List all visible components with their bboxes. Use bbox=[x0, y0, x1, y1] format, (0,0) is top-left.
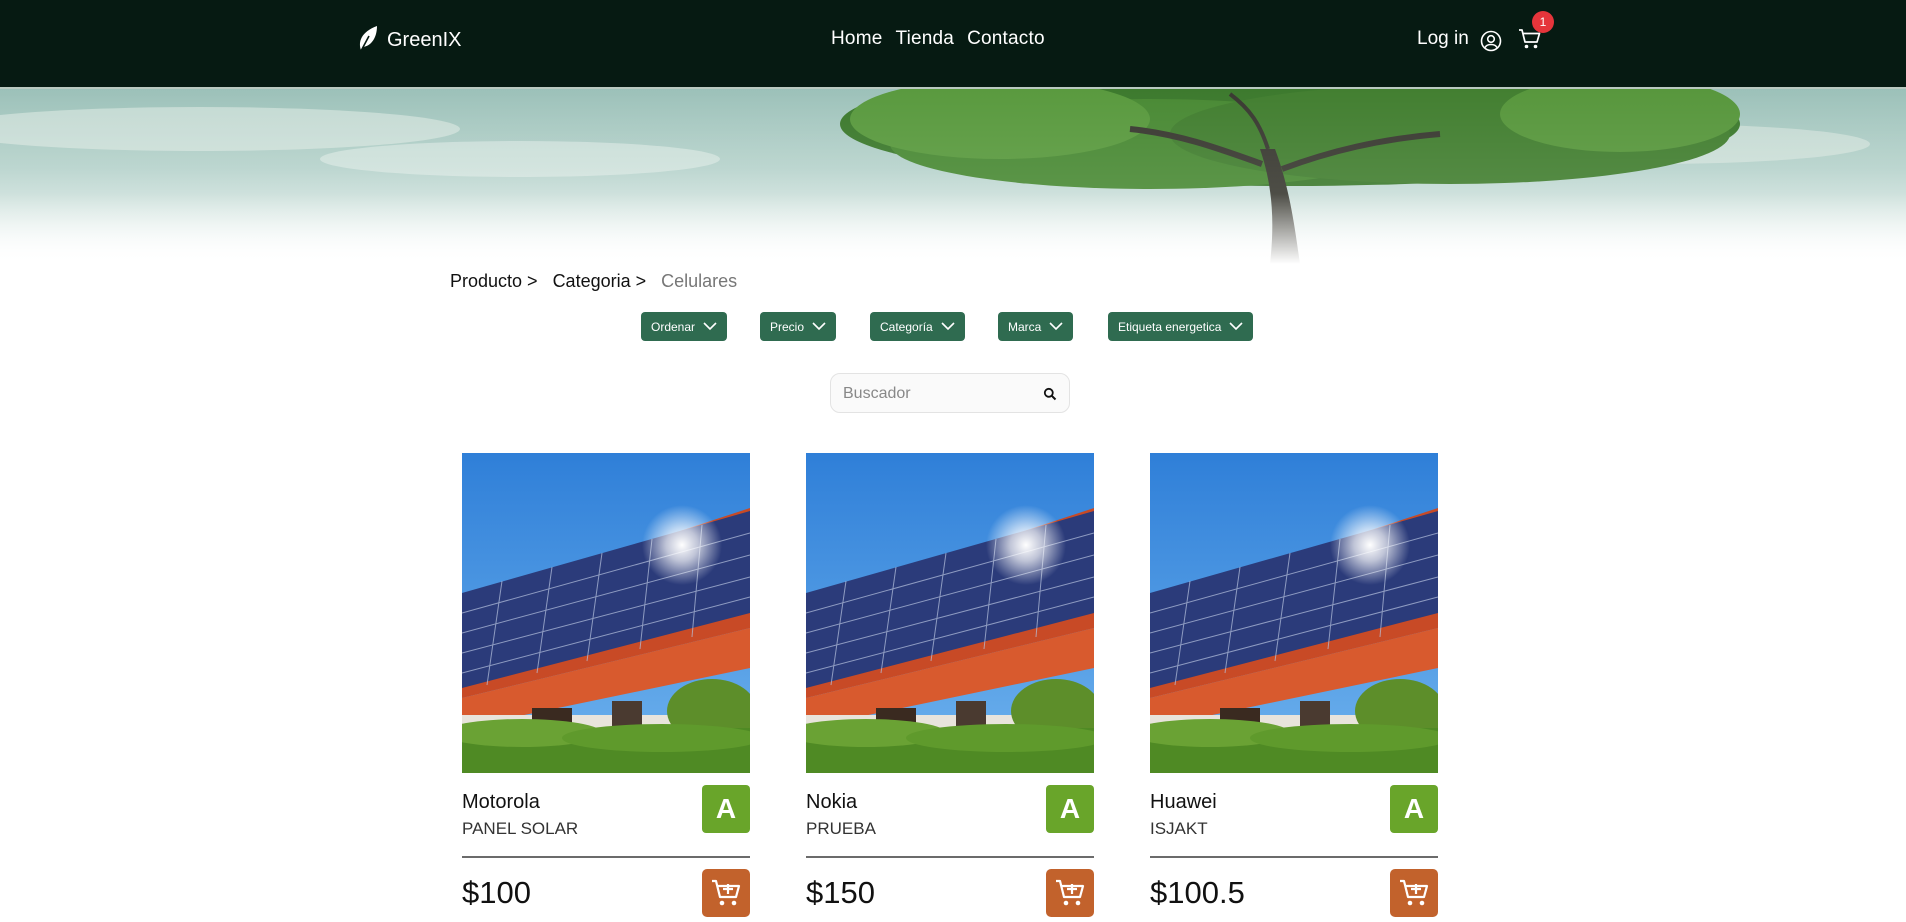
brand-name: GreenIX bbox=[387, 29, 462, 51]
filter-precio[interactable]: Precio bbox=[760, 312, 837, 341]
energy-label-badge: A bbox=[1390, 785, 1438, 833]
breadcrumb: Producto > Categoria > Celulares bbox=[450, 271, 737, 292]
product-card[interactable]: Huawei ISJAKT A $100.5 bbox=[1150, 453, 1438, 922]
card-divider bbox=[1150, 856, 1438, 858]
add-to-cart-button[interactable] bbox=[702, 869, 750, 917]
add-to-cart-button[interactable] bbox=[1046, 869, 1094, 917]
breadcrumb-producto[interactable]: Producto > bbox=[450, 271, 538, 292]
filter-categoria[interactable]: Categoría bbox=[870, 312, 965, 341]
product-brand: Huawei bbox=[1150, 791, 1217, 813]
product-model: ISJAKT bbox=[1150, 819, 1208, 838]
product-price: $150 bbox=[806, 875, 875, 910]
chevron-down-icon bbox=[1229, 322, 1243, 331]
nav-contacto[interactable]: Contacto bbox=[967, 28, 1045, 50]
product-image[interactable] bbox=[1150, 453, 1438, 773]
product-card[interactable]: Motorola PANEL SOLAR A $100 bbox=[462, 453, 750, 922]
energy-label-badge: A bbox=[702, 785, 750, 833]
filter-label: Etiqueta energetica bbox=[1118, 319, 1222, 334]
cart-count-badge: 1 bbox=[1532, 11, 1554, 33]
card-divider bbox=[806, 856, 1094, 858]
product-image[interactable] bbox=[462, 453, 750, 773]
product-price: $100 bbox=[462, 875, 531, 910]
search-input[interactable] bbox=[843, 383, 1033, 405]
cart-plus-icon bbox=[1056, 879, 1085, 906]
card-divider bbox=[462, 856, 750, 858]
product-brand: Nokia bbox=[806, 791, 858, 813]
breadcrumb-current: Celulares bbox=[661, 271, 738, 291]
search-icon[interactable] bbox=[1043, 387, 1057, 406]
user-icon[interactable] bbox=[1480, 30, 1502, 57]
energy-label-badge: A bbox=[1046, 785, 1094, 833]
login-link[interactable]: Log in bbox=[1417, 28, 1469, 50]
add-to-cart-button[interactable] bbox=[1390, 869, 1438, 917]
main-nav: Home Tienda Contacto bbox=[831, 28, 1045, 50]
chevron-down-icon bbox=[1049, 322, 1063, 331]
product-card[interactable]: Nokia PRUEBA A $150 bbox=[806, 453, 1094, 922]
top-navbar: GreenIX Home Tienda Contacto Log in 1 bbox=[0, 0, 1906, 89]
chevron-down-icon bbox=[941, 322, 955, 331]
tree-illustration bbox=[0, 89, 1906, 264]
filter-label: Ordenar bbox=[651, 319, 696, 334]
breadcrumb-categoria[interactable]: Categoria > bbox=[553, 271, 647, 292]
search-box bbox=[830, 373, 1070, 413]
filter-label: Marca bbox=[1008, 319, 1042, 334]
filter-etiqueta-energetica[interactable]: Etiqueta energetica bbox=[1108, 312, 1254, 341]
hero-banner bbox=[0, 89, 1906, 264]
filter-ordenar[interactable]: Ordenar bbox=[641, 312, 728, 341]
product-image[interactable] bbox=[806, 453, 1094, 773]
product-brand: Motorola bbox=[462, 791, 540, 813]
product-price: $100.5 bbox=[1150, 875, 1245, 910]
filter-label: Precio bbox=[770, 319, 805, 334]
filter-marca[interactable]: Marca bbox=[998, 312, 1074, 341]
filter-label: Categoría bbox=[880, 319, 933, 334]
brand-logo[interactable]: GreenIX bbox=[357, 24, 461, 57]
chevron-down-icon bbox=[812, 322, 826, 331]
nav-home[interactable]: Home bbox=[831, 28, 882, 50]
nav-tienda[interactable]: Tienda bbox=[895, 28, 954, 50]
product-model: PANEL SOLAR bbox=[462, 819, 579, 838]
cart-plus-icon bbox=[1400, 879, 1429, 906]
product-model: PRUEBA bbox=[806, 819, 876, 838]
chevron-down-icon bbox=[703, 322, 717, 331]
leaf-icon bbox=[357, 24, 379, 57]
cart-plus-icon bbox=[712, 879, 741, 906]
